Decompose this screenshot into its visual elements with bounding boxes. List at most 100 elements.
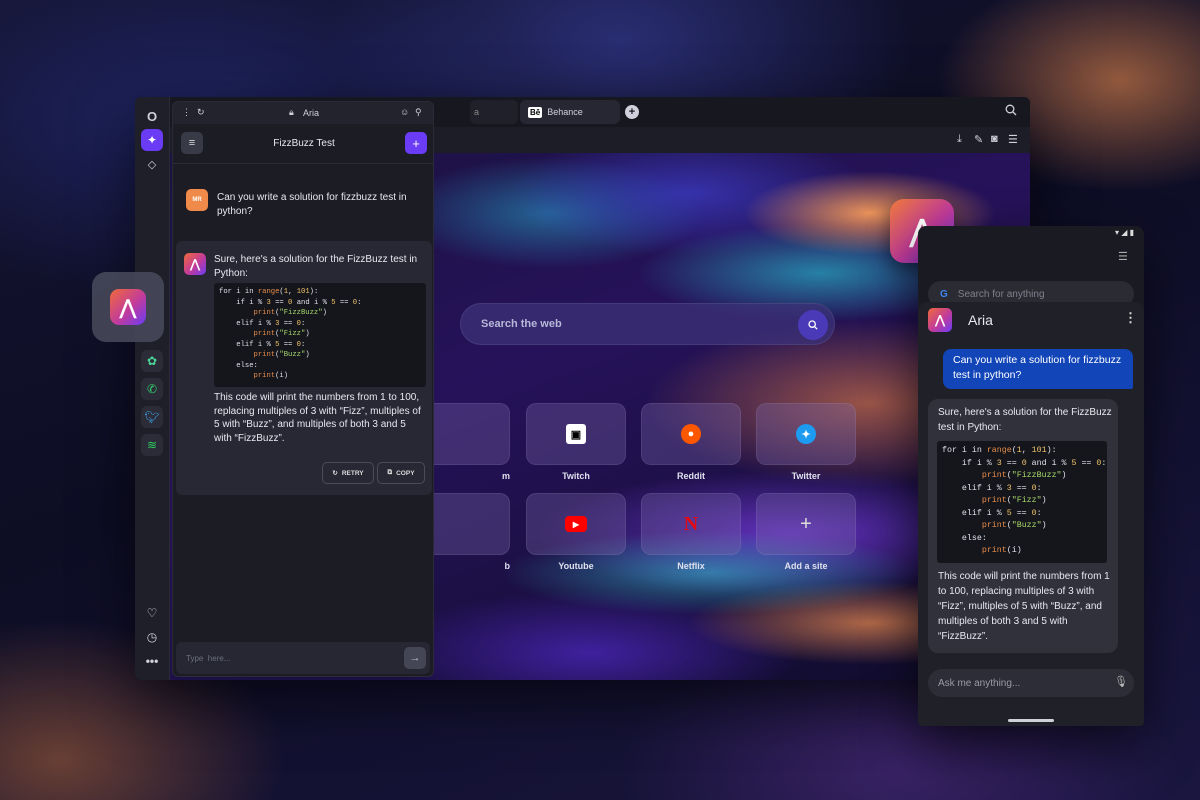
netflix-icon: N (683, 512, 699, 535)
speed-dial-label: Add a site (784, 561, 828, 571)
pin-icon[interactable]: ⚲ (415, 107, 422, 118)
new-tab-button[interactable]: + (625, 105, 639, 119)
web-search-box[interactable]: Search the web (460, 303, 835, 345)
aria-logo-icon: ⋀ (184, 253, 206, 275)
code-line: else: (219, 361, 258, 370)
opera-sidebar: O ✦ ◇ ✿ ✆ 🐦︎ ≋ ♡ ◷ ••• (135, 97, 170, 680)
emoji-icon[interactable]: ☺ (400, 107, 409, 117)
code-line: print(i) (981, 546, 1022, 555)
speed-dial-label: Reddit (677, 471, 705, 481)
code-line: print("FizzBuzz") (253, 309, 327, 317)
aria-sidepanel: ⋮ ↻ 🔒︎ Aria ☺ ⚲ ≡ FizzBuzz Test + MR Can… (172, 101, 434, 677)
message-input[interactable] (186, 650, 386, 666)
speed-dial-netflix[interactable]: N (641, 493, 741, 555)
speed-dial-reddit[interactable]: ● (641, 403, 741, 465)
download-icon[interactable]: ⤓ (957, 133, 962, 146)
code-line: else: (942, 533, 987, 543)
speed-dial-label: Twitter (791, 471, 821, 481)
retry-label: RETRY (341, 469, 364, 477)
settings-sliders-icon[interactable]: ☰ (1008, 133, 1018, 146)
user-message: Can you write a solution for fizzbuzz te… (943, 349, 1133, 389)
code-line: print("Fizz") (981, 496, 1047, 505)
more-vertical-icon[interactable]: ⋮ (1124, 310, 1137, 326)
search-icon[interactable] (1005, 104, 1017, 119)
copy-button[interactable]: ⧉ COPY (377, 462, 425, 484)
panel-url: Aria (303, 108, 320, 118)
code-line: print(i) (253, 372, 289, 380)
more-vertical-icon[interactable]: ⋮ (182, 107, 191, 118)
code-line: print("Buzz") (981, 521, 1047, 530)
google-icon: G (940, 288, 948, 300)
aria-answer-card: Sure, here's a solution for the FizzBuzz… (928, 399, 1118, 653)
code-line: if i % 3 == 0 and i % 5 == 0: (942, 458, 1107, 468)
tab-behance[interactable]: Bē Behance (520, 100, 620, 124)
copy-label: COPY (396, 469, 415, 477)
search-icon[interactable] (798, 310, 828, 340)
camera-icon[interactable]: ◙ (991, 133, 998, 145)
tab-label: Behance (547, 107, 583, 117)
speed-dial-twitter[interactable]: ✦ (756, 403, 856, 465)
answer-intro: Sure, here's a solution for the FizzBuzz… (938, 407, 1112, 433)
code-line: for i in range(1, 101): (219, 288, 319, 296)
speed-dial-label: Youtube (558, 561, 594, 571)
code-line: elif i % 3 == 0: (219, 319, 306, 328)
aria-chat-header: ≡ FizzBuzz Test + (173, 124, 433, 164)
code-block[interactable]: for i in range(1, 101): if i % 3 == 0 an… (214, 283, 426, 387)
plus-icon: + (800, 512, 812, 535)
lock-icon: 🔒︎ (289, 107, 294, 117)
code-line: if i % 3 == 0 and i % 5 == 0: (219, 298, 362, 307)
chatgpt-icon[interactable]: ✿ (141, 350, 163, 372)
twitter-icon[interactable]: 🐦︎ (141, 406, 163, 428)
aria-app-tile: ⋀ (92, 272, 164, 342)
new-chat-button[interactable]: + (405, 132, 427, 154)
retry-button[interactable]: ↻ RETRY (322, 462, 374, 484)
tab-partial[interactable]: a (470, 100, 518, 124)
heart-icon[interactable]: ♡ (141, 602, 163, 624)
whatsapp-icon[interactable]: ✆ (141, 378, 163, 400)
retry-icon: ↻ (332, 470, 338, 477)
answer-intro: Sure, here's a solution for the FizzBuzz… (214, 254, 418, 279)
reload-icon[interactable]: ↻ (197, 107, 205, 118)
status-bar-icons: ▾ ◢ ▮ (1114, 228, 1134, 237)
opera-logo-icon[interactable]: O (141, 105, 163, 127)
behance-icon: Bē (528, 106, 543, 118)
copy-icon: ⧉ (387, 469, 393, 476)
aria-mobile-chat: ⋀ Aria ⋮ Can you write a solution for fi… (918, 302, 1144, 726)
speed-dial-youtube[interactable]: ▶ (526, 493, 626, 555)
aria-answer-card: ⋀ Sure, here's a solution for the FizzBu… (176, 241, 432, 495)
answer-outro: This code will print the numbers from 1 … (938, 571, 1110, 642)
code-block[interactable]: for i in range(1, 101): if i % 3 == 0 an… (937, 441, 1107, 563)
speed-dial-twitch[interactable]: ▣ (526, 403, 626, 465)
speed-dial-label: Twitch (562, 471, 590, 481)
more-icon[interactable]: ••• (141, 650, 163, 672)
reddit-icon: ● (681, 424, 701, 444)
aria-logo-icon: ⋀ (928, 308, 952, 332)
google-placeholder: Search for anything (957, 288, 1045, 300)
diamond-icon[interactable]: ◇ (141, 153, 163, 175)
edit-icon[interactable]: ✎ (974, 133, 983, 146)
message-input[interactable] (938, 676, 1098, 690)
user-message: Can you write a solution for fizzbuzz te… (217, 192, 407, 217)
microphone-icon[interactable]: 🎙︎ (1114, 675, 1128, 688)
aria-sparkle-icon[interactable]: ✦ (141, 129, 163, 151)
code-line: print("FizzBuzz") (981, 471, 1067, 480)
tune-icon[interactable]: ☰ (1118, 250, 1128, 263)
chat-title: FizzBuzz Test (273, 138, 335, 149)
add-site-button[interactable]: + (756, 493, 856, 555)
clock-icon[interactable]: ◷ (141, 626, 163, 648)
send-button[interactable]: → (404, 647, 426, 669)
mobile-chat-input: 🎙︎ (928, 669, 1134, 697)
aria-logo-icon: ⋀ (110, 289, 146, 325)
code-line: elif i % 5 == 0: (219, 340, 306, 349)
code-line: elif i % 3 == 0: (942, 483, 1042, 493)
aria-panel-topbar: ⋮ ↻ 🔒︎ Aria ☺ ⚲ (173, 102, 433, 124)
code-line: elif i % 5 == 0: (942, 508, 1042, 518)
avatar: MR (186, 189, 208, 211)
spotify-icon[interactable]: ≋ (141, 434, 163, 456)
code-line: print("Fizz") (253, 330, 310, 338)
answer-outro: This code will print the numbers from 1 … (214, 392, 421, 444)
youtube-icon: ▶ (565, 516, 587, 532)
search-placeholder: Search the web (481, 318, 562, 330)
android-phone: ▾ ◢ ▮ ☰ G Search for anything ⋀ Aria ⋮ C… (918, 226, 1144, 726)
speed-dial-label: Netflix (677, 561, 705, 571)
